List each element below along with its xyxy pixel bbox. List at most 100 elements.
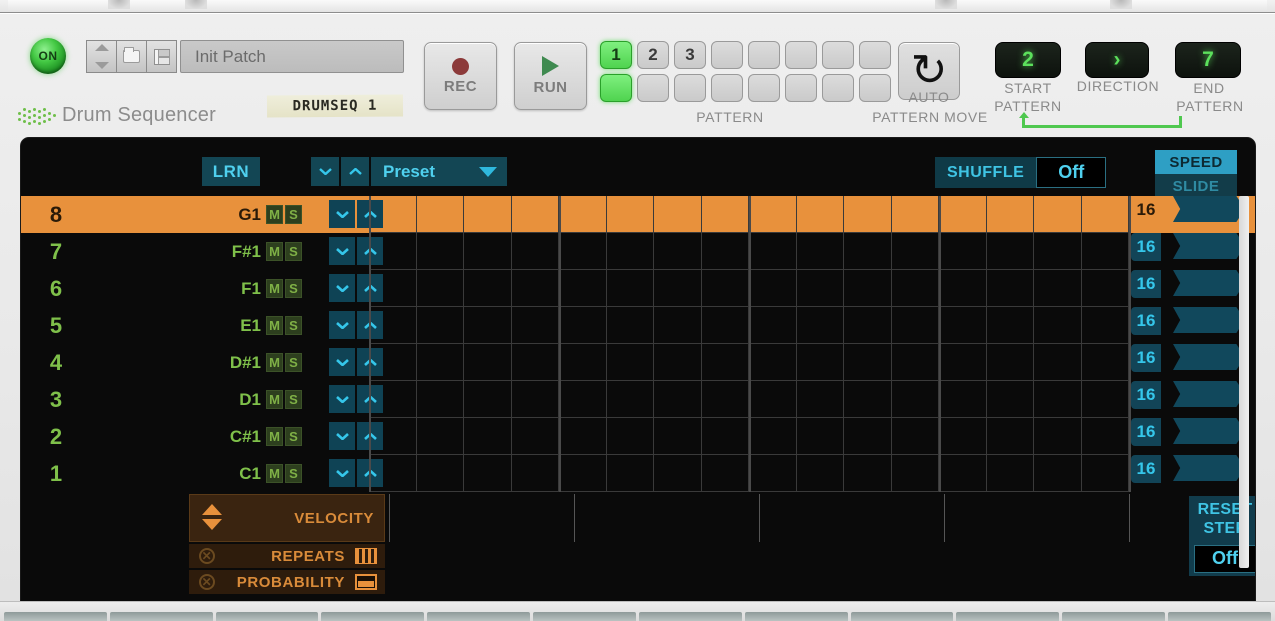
step-cell[interactable] bbox=[654, 233, 702, 270]
speed-slider[interactable] bbox=[1173, 307, 1245, 333]
step-cell[interactable] bbox=[796, 455, 844, 492]
step-cell[interactable] bbox=[464, 196, 512, 233]
track-note-down-button[interactable] bbox=[329, 237, 355, 265]
toolbar-cell[interactable] bbox=[744, 612, 848, 621]
step-cell[interactable] bbox=[606, 233, 654, 270]
step-cell[interactable] bbox=[891, 196, 939, 233]
mute-button[interactable]: M bbox=[266, 242, 283, 261]
step-cell[interactable] bbox=[986, 270, 1034, 307]
step-cell[interactable] bbox=[844, 455, 892, 492]
step-cell[interactable] bbox=[844, 196, 892, 233]
step-cell[interactable] bbox=[939, 270, 987, 307]
step-cell[interactable] bbox=[606, 455, 654, 492]
step-cell[interactable] bbox=[654, 344, 702, 381]
step-cell[interactable] bbox=[701, 307, 749, 344]
mute-button[interactable]: M bbox=[266, 353, 283, 372]
toolbar-cell[interactable] bbox=[956, 612, 1060, 621]
solo-button[interactable]: S bbox=[285, 464, 302, 483]
toolbar-cell[interactable] bbox=[109, 612, 213, 621]
direction-display[interactable]: › bbox=[1085, 42, 1149, 78]
step-count-badge[interactable]: 16 bbox=[1131, 381, 1161, 409]
step-cell[interactable] bbox=[464, 270, 512, 307]
pattern-cell[interactable] bbox=[785, 74, 817, 102]
toolbar-cell[interactable] bbox=[321, 612, 425, 621]
speed-slider[interactable] bbox=[1173, 270, 1245, 296]
patch-save-button[interactable] bbox=[146, 40, 177, 73]
step-cell[interactable] bbox=[369, 196, 417, 233]
step-cell[interactable] bbox=[654, 418, 702, 455]
step-cell[interactable] bbox=[1034, 381, 1082, 418]
step-cell[interactable] bbox=[606, 344, 654, 381]
step-cell[interactable] bbox=[1081, 455, 1129, 492]
step-cell[interactable] bbox=[559, 455, 607, 492]
pattern-cell[interactable] bbox=[859, 41, 891, 69]
probability-lane[interactable]: ✕ PROBABILITY bbox=[189, 570, 385, 594]
step-cell[interactable] bbox=[986, 196, 1034, 233]
step-cell[interactable] bbox=[606, 196, 654, 233]
track-note-down-button[interactable] bbox=[329, 459, 355, 487]
step-cell[interactable] bbox=[511, 270, 559, 307]
toolbar-cell[interactable] bbox=[533, 612, 636, 621]
step-cell[interactable] bbox=[416, 196, 464, 233]
pattern-cell[interactable] bbox=[674, 74, 706, 102]
step-cell[interactable] bbox=[939, 307, 987, 344]
step-count-badge[interactable]: 16 bbox=[1131, 270, 1161, 298]
pattern-cell[interactable] bbox=[785, 41, 817, 69]
step-cell[interactable] bbox=[464, 418, 512, 455]
step-cell[interactable] bbox=[369, 455, 417, 492]
step-cell[interactable] bbox=[559, 270, 607, 307]
preset-dropdown[interactable]: Preset bbox=[371, 157, 507, 186]
toolbar-cell[interactable] bbox=[1062, 612, 1166, 621]
step-cell[interactable] bbox=[511, 344, 559, 381]
step-cell[interactable] bbox=[559, 233, 607, 270]
pattern-cell[interactable] bbox=[711, 74, 743, 102]
track-note-down-button[interactable] bbox=[329, 311, 355, 339]
track-note-down-button[interactable] bbox=[329, 348, 355, 376]
x-circle-icon[interactable]: ✕ bbox=[199, 548, 215, 564]
lrn-button[interactable]: LRN bbox=[202, 157, 260, 186]
step-cell[interactable] bbox=[939, 418, 987, 455]
step-cell[interactable] bbox=[891, 381, 939, 418]
step-cell[interactable] bbox=[369, 270, 417, 307]
step-cell[interactable] bbox=[369, 344, 417, 381]
step-cell[interactable] bbox=[796, 418, 844, 455]
pattern-cell[interactable] bbox=[748, 74, 780, 102]
step-cell[interactable] bbox=[654, 196, 702, 233]
step-cell[interactable] bbox=[939, 233, 987, 270]
track-note-down-button[interactable] bbox=[329, 274, 355, 302]
step-cell[interactable] bbox=[701, 455, 749, 492]
step-cell[interactable] bbox=[1034, 270, 1082, 307]
step-cell[interactable] bbox=[416, 270, 464, 307]
step-cell[interactable] bbox=[559, 196, 607, 233]
preset-next-button[interactable] bbox=[341, 157, 369, 186]
step-cell[interactable] bbox=[559, 381, 607, 418]
step-cell[interactable] bbox=[1034, 344, 1082, 381]
toolbar-cell[interactable] bbox=[850, 612, 954, 621]
patch-open-button[interactable] bbox=[116, 40, 147, 73]
mute-button[interactable]: M bbox=[266, 427, 283, 446]
step-cell[interactable] bbox=[511, 196, 559, 233]
step-cell[interactable] bbox=[1034, 455, 1082, 492]
step-cell[interactable] bbox=[464, 455, 512, 492]
pattern-cell[interactable] bbox=[748, 41, 780, 69]
vertical-scrollbar[interactable] bbox=[1239, 196, 1249, 568]
step-cell[interactable] bbox=[986, 455, 1034, 492]
speed-slider[interactable] bbox=[1173, 418, 1245, 444]
step-cell[interactable] bbox=[701, 418, 749, 455]
step-cell[interactable] bbox=[1034, 196, 1082, 233]
step-cell[interactable] bbox=[1034, 418, 1082, 455]
step-cell[interactable] bbox=[1034, 307, 1082, 344]
step-cell[interactable] bbox=[606, 381, 654, 418]
toolbar-cell[interactable] bbox=[427, 612, 531, 621]
step-cell[interactable] bbox=[939, 381, 987, 418]
step-cell[interactable] bbox=[369, 307, 417, 344]
step-count-badge[interactable]: 16 bbox=[1131, 455, 1161, 483]
speed-slider[interactable] bbox=[1173, 381, 1245, 407]
mute-button[interactable]: M bbox=[266, 464, 283, 483]
step-cell[interactable] bbox=[1081, 270, 1129, 307]
toolbar-cell[interactable] bbox=[1168, 612, 1271, 621]
pattern-cell[interactable] bbox=[822, 74, 854, 102]
step-cell[interactable] bbox=[654, 455, 702, 492]
tab-slide[interactable]: SLIDE bbox=[1155, 174, 1237, 198]
rec-button[interactable]: REC bbox=[424, 42, 497, 110]
